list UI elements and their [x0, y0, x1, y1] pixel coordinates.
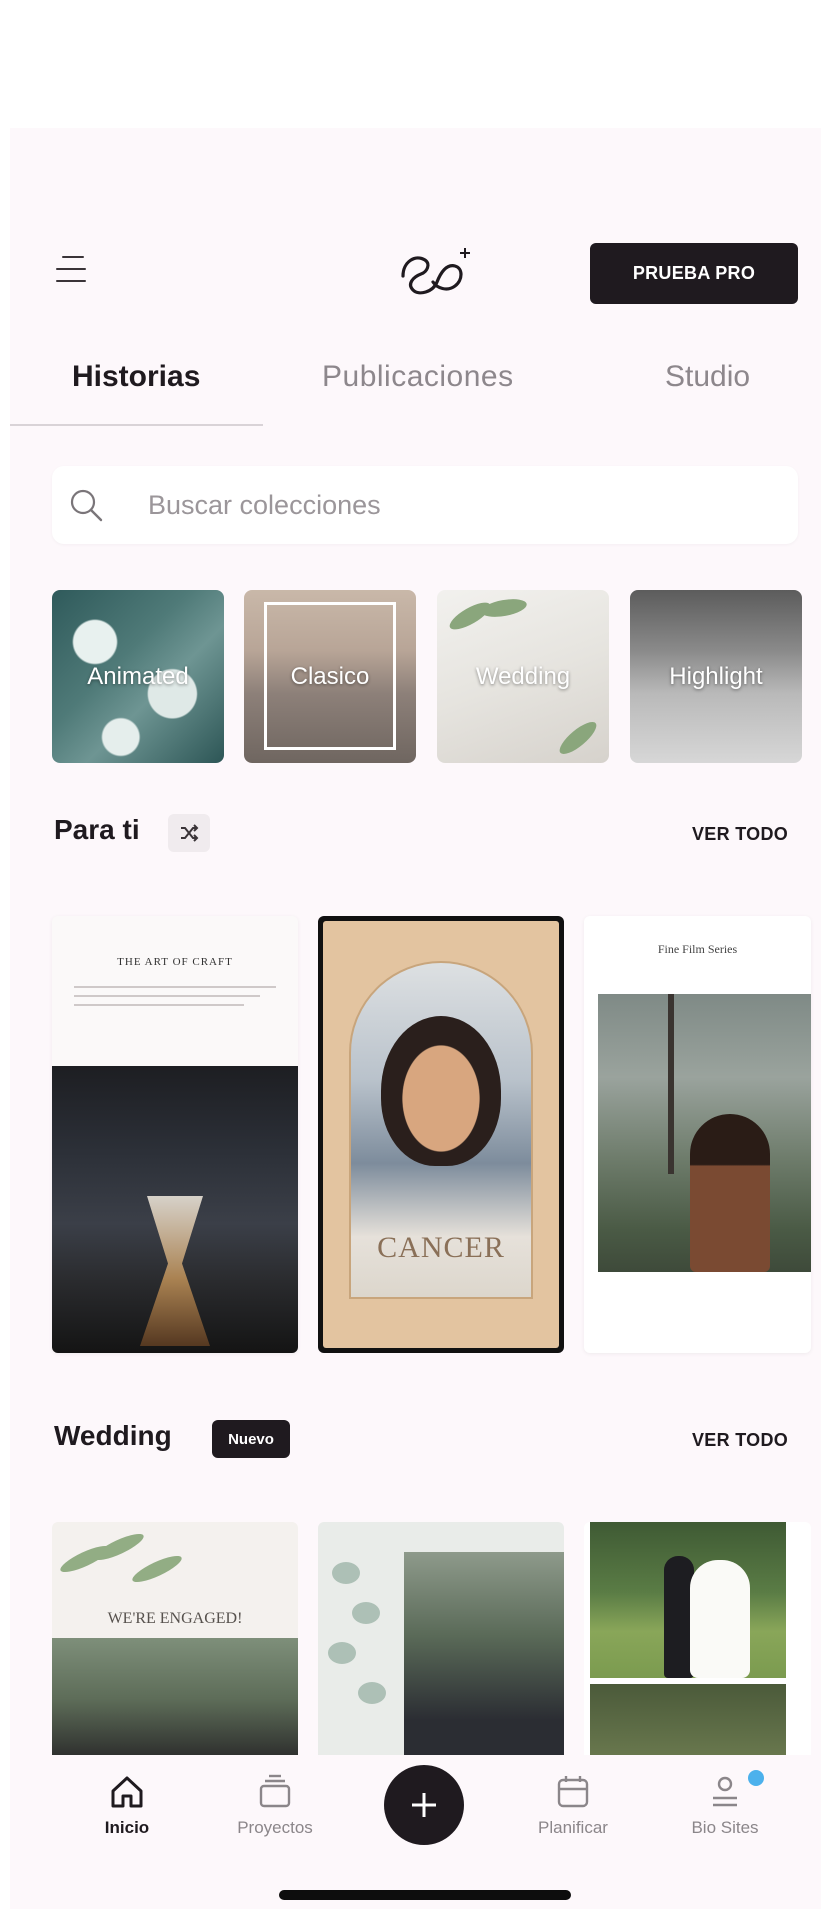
shuffle-button[interactable] — [168, 814, 210, 852]
nav-item-proyectos[interactable]: Proyectos — [225, 1772, 325, 1838]
collection-label: Clasico — [290, 662, 370, 690]
template-photo — [590, 1684, 786, 1762]
create-button[interactable] — [384, 1765, 464, 1845]
nav-label: Proyectos — [237, 1818, 313, 1837]
template-card-engaged[interactable]: WE'RE ENGAGED! — [52, 1522, 298, 1762]
template-card-wedding-field[interactable] — [584, 1522, 811, 1762]
try-pro-button[interactable]: PRUEBA PRO — [590, 243, 798, 304]
section-title-para-ti: Para ti — [54, 814, 140, 845]
see-all-para-ti-link[interactable]: VER TODO — [692, 824, 788, 845]
collection-clasico[interactable]: Clasico — [244, 590, 416, 763]
template-photo — [52, 1066, 298, 1353]
collection-highlight[interactable]: Highlight — [630, 590, 802, 763]
nav-label: Bio Sites — [691, 1818, 759, 1837]
search-icon — [70, 489, 103, 522]
nav-label: Inicio — [104, 1818, 150, 1837]
coffee-maker-image — [140, 1196, 210, 1346]
template-card-eucalyptus[interactable] — [318, 1522, 564, 1762]
bio-sites-icon — [713, 1776, 737, 1807]
home-indicator — [279, 1890, 571, 1900]
collection-wedding[interactable]: Wedding — [437, 590, 609, 763]
template-card-art-of-craft[interactable]: THE ART OF CRAFT — [52, 916, 298, 1353]
template-title: WE'RE ENGAGED! — [107, 1610, 243, 1627]
new-badge: Nuevo — [212, 1420, 290, 1458]
menu-icon[interactable] — [56, 256, 90, 282]
template-title: THE ART OF CRAFT — [117, 956, 233, 968]
leaf-decoration — [479, 596, 529, 620]
template-photo — [590, 1522, 786, 1678]
active-tab-indicator — [10, 424, 263, 426]
template-photo — [404, 1552, 564, 1762]
home-icon — [111, 1776, 143, 1808]
section-title-wedding: Wedding — [54, 1420, 172, 1451]
app-logo — [401, 248, 470, 295]
notification-dot — [748, 1770, 764, 1786]
tab-studio[interactable]: Studio — [665, 360, 750, 394]
template-photo — [52, 1638, 298, 1762]
search-input[interactable] — [148, 483, 748, 527]
leaf-decoration — [129, 1551, 185, 1587]
nav-label: Planificar — [538, 1818, 608, 1837]
collection-label: Animated — [87, 662, 189, 690]
shuffle-icon — [181, 824, 199, 842]
portrait-image — [381, 1016, 501, 1166]
projects-icon — [259, 1774, 291, 1808]
see-all-wedding-link[interactable]: VER TODO — [692, 1430, 788, 1451]
template-photo — [598, 994, 811, 1272]
template-title: CANCER — [377, 1231, 505, 1264]
leaf-decoration — [555, 717, 601, 759]
collection-animated[interactable]: Animated — [52, 590, 224, 763]
nav-item-planificar[interactable]: Planificar — [523, 1772, 623, 1838]
template-card-cancer[interactable]: CANCER — [318, 916, 564, 1353]
tab-historias[interactable]: Historias — [72, 360, 200, 394]
calendar-icon — [557, 1776, 589, 1808]
nav-item-inicio[interactable]: Inicio — [77, 1772, 177, 1838]
leaf-decoration — [332, 1562, 360, 1584]
plus-icon — [412, 1793, 436, 1817]
leaf-decoration — [352, 1602, 380, 1624]
pole-image — [668, 994, 674, 1174]
collection-label: Wedding — [475, 662, 571, 690]
portrait-image — [690, 1114, 770, 1272]
template-text-lines — [74, 986, 276, 1013]
tab-publicaciones[interactable]: Publicaciones — [322, 360, 514, 394]
leaf-decoration — [328, 1642, 356, 1664]
template-title: Fine Film Series — [657, 942, 738, 956]
leaf-decoration — [358, 1682, 386, 1704]
template-card-fine-film[interactable]: Fine Film Series — [584, 916, 811, 1353]
bride-image — [690, 1560, 750, 1678]
template-background: CANCER — [323, 921, 559, 1348]
collection-label: Highlight — [669, 662, 763, 690]
